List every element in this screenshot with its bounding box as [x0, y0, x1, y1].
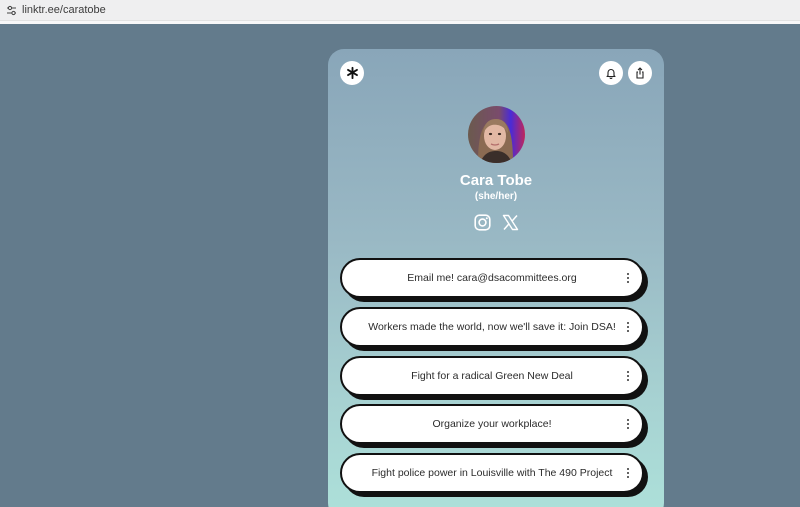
subscribe-button[interactable] [599, 61, 623, 85]
linktree-logo-button[interactable] [340, 61, 364, 85]
link-label: Fight police power in Louisville with Th… [371, 467, 613, 479]
site-info-icon[interactable] [3, 2, 19, 18]
bell-icon [605, 64, 617, 83]
more-options-icon[interactable] [623, 320, 633, 334]
url-text[interactable]: linktr.ee/caratobe [22, 4, 106, 16]
more-options-icon[interactable] [623, 417, 633, 431]
x-link[interactable] [501, 214, 519, 235]
link-label: Email me! cara@dsacommittees.org [407, 272, 577, 284]
linktree-logo-icon [346, 64, 359, 83]
share-button[interactable] [628, 61, 652, 85]
instagram-link[interactable] [473, 213, 491, 235]
more-options-icon[interactable] [623, 466, 633, 480]
link-button-490-project[interactable]: Fight police power in Louisville with Th… [340, 453, 644, 493]
share-icon [634, 64, 646, 83]
browser-address-bar[interactable]: linktr.ee/caratobe [0, 0, 800, 21]
link-label: Organize your workplace! [432, 418, 552, 430]
profile-pronouns: (she/her) [474, 191, 518, 202]
link-button-email[interactable]: Email me! cara@dsacommittees.org [340, 258, 644, 298]
x-logo-icon [502, 214, 519, 235]
instagram-icon [473, 213, 491, 235]
link-label: Workers made the world, now we'll save i… [368, 321, 616, 333]
link-button-green-new-deal[interactable]: Fight for a radical Green New Deal [340, 356, 644, 396]
link-label: Fight for a radical Green New Deal [411, 370, 573, 382]
profile-photo [468, 106, 525, 163]
avatar [468, 106, 525, 163]
more-options-icon[interactable] [623, 271, 633, 285]
profile-name: Cara Tobe [459, 172, 533, 189]
profile-card: Cara Tobe (she/her) Email me! cara@dsaco… [328, 49, 664, 507]
link-button-join-dsa[interactable]: Workers made the world, now we'll save i… [340, 307, 644, 347]
link-button-organize-workplace[interactable]: Organize your workplace! [340, 404, 644, 444]
toolbar-divider [0, 21, 800, 24]
more-options-icon[interactable] [623, 369, 633, 383]
